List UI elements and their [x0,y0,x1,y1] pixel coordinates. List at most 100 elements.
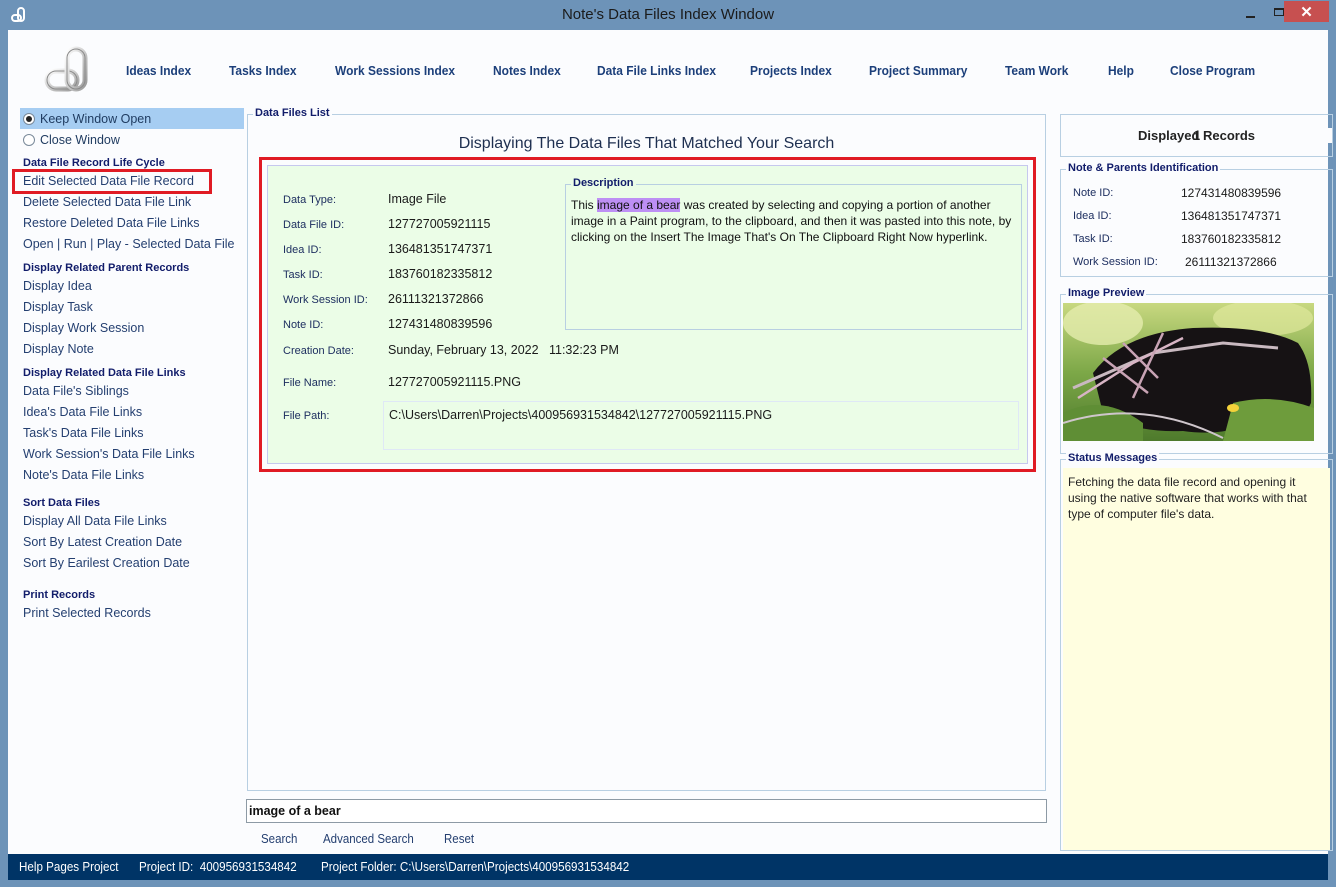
ident-note-id-label: Note ID: [1073,187,1114,199]
creation-date-value: Sunday, February 13, 2022 11:32:23 PM [388,343,619,357]
status-messages-area [1063,468,1330,850]
client-area: Ideas Index Tasks Index Work Sessions In… [8,30,1333,880]
top-navigation: Ideas Index Tasks Index Work Sessions In… [8,63,1328,83]
section-heading-sort: Sort Data Files [23,497,101,509]
description-box: Description This image of a bear was cre… [565,177,1022,330]
nav-team-work[interactable]: Team Work [1005,63,1068,78]
project-name: Help Pages Project [19,860,119,874]
data-files-siblings[interactable]: Data File's Siblings [20,381,244,402]
ident-idea-id-label: Idea ID: [1073,210,1112,222]
idea-id-label: Idea ID: [283,244,322,256]
file-path-label: File Path: [283,410,330,422]
nav-help[interactable]: Help [1108,63,1134,78]
search-button[interactable]: Search [261,832,297,846]
display-task[interactable]: Display Task [20,297,244,318]
reset-button[interactable]: Reset [444,832,474,846]
minimize-icon [1245,15,1255,18]
displayed-records-box: Displayed Records 1 [1060,114,1333,157]
section-heading-data-file-links: Display Related Data File Links [23,367,186,379]
close-window-label: Close Window [40,132,120,147]
data-file-record[interactable]: Data Type: Image File Data File ID: 1277… [267,165,1028,464]
notes-data-file-links[interactable]: Note's Data File Links [20,465,244,486]
description-pre: This [571,198,598,212]
ident-note-id-value: 127431480839596 [1181,186,1282,200]
display-all-data-file-links[interactable]: Display All Data File Links [20,511,244,532]
data-files-list: Data Files List Displaying The Data File… [247,107,1046,791]
app-window: Note's Data Files Index Window ✕ Ideas I… [0,0,1336,887]
work-session-id-label: Work Session ID: [283,294,368,306]
nav-work-sessions-index[interactable]: Work Sessions Index [335,63,455,78]
edit-selected-data-file-record[interactable]: Edit Selected Data File Record [12,169,212,194]
description-text: This image of a bear was created by sele… [571,197,1021,245]
sort-by-latest-creation-date[interactable]: Sort By Latest Creation Date [20,532,244,553]
maximize-icon [1274,7,1284,16]
delete-selected-data-file-link[interactable]: Delete Selected Data File Link [20,192,244,213]
keep-window-open-label: Keep Window Open [40,111,152,126]
project-id: Project ID: 400956931534842 [139,860,297,874]
results-heading: Displaying The Data Files That Matched Y… [458,135,835,152]
tasks-data-file-links[interactable]: Task's Data File Links [20,423,244,444]
selected-record-highlight[interactable]: Data Type: Image File Data File ID: 1277… [259,157,1036,472]
print-selected-records[interactable]: Print Selected Records [20,603,244,624]
status-messages-box: Status Messages Fetching the data file r… [1060,452,1333,851]
restore-deleted-data-file-links[interactable]: Restore Deleted Data File Links [20,213,244,234]
window-title: Note's Data Files Index Window [561,6,775,23]
radio-unselected-icon [23,133,35,146]
file-path-box: C:\Users\Darren\Projects\400956931534842… [383,401,1019,450]
keep-window-open-radio[interactable]: Keep Window Open [20,108,244,129]
display-work-session[interactable]: Display Work Session [20,318,244,339]
displayed-records-count: 1 [1192,128,1201,143]
data-file-id-value: 127727005921115 [388,217,491,231]
sort-by-earliest-creation-date[interactable]: Sort By Earilest Creation Date [20,553,244,574]
note-id-label: Note ID: [283,319,324,331]
open-run-play-data-file[interactable]: Open | Run | Play - Selected Data File [20,234,244,255]
ideas-data-file-links[interactable]: Idea's Data File Links [20,402,244,423]
nav-ideas-index[interactable]: Ideas Index [126,63,191,78]
radio-selected-icon [23,112,35,125]
image-preview-box: Image Preview [1060,287,1333,454]
nav-close-program[interactable]: Close Program [1170,63,1255,78]
advanced-search-button[interactable]: Advanced Search [323,832,414,846]
status-bar: Help Pages Project Project ID: 400956931… [8,854,1328,880]
nav-projects-index[interactable]: Projects Index [750,63,832,78]
file-name-label: File Name: [283,377,337,389]
search-input[interactable] [246,799,1047,823]
status-messages-label: Status Messages [1066,452,1160,464]
sidebar: Keep Window Open Close Window Data File … [12,108,244,624]
section-heading-parent-records: Display Related Parent Records [23,262,190,274]
creation-date-label: Creation Date: [283,345,354,357]
work-session-id-value: 26111321372866 [388,292,484,306]
status-message-text: Fetching the data file record and openin… [1068,475,1307,521]
display-idea[interactable]: Display Idea [20,276,244,297]
display-note[interactable]: Display Note [20,339,244,360]
project-folder: Project Folder: C:\Users\Darren\Projects… [321,860,630,874]
image-preview-label: Image Preview [1066,287,1147,299]
ident-work-session-id-value: 26111321372866 [1185,255,1277,269]
task-id-value: 183760182335812 [388,267,493,281]
task-id-label: Task ID: [283,269,323,281]
description-label: Description [571,177,636,189]
idea-id-value: 136481351747371 [388,242,493,256]
title-bar[interactable]: Note's Data Files Index Window ✕ [0,0,1336,30]
minimize-button[interactable] [1235,1,1265,22]
section-heading-life-cycle: Data File Record Life Cycle [23,157,165,169]
ident-work-session-id-label: Work Session ID: [1073,256,1158,268]
ident-idea-id-value: 136481351747371 [1181,209,1282,223]
file-path-value: C:\Users\Darren\Projects\400956931534842… [389,408,773,422]
bear-image-preview[interactable] [1063,303,1314,441]
ident-task-id-label: Task ID: [1073,233,1113,245]
nav-data-file-links-index[interactable]: Data File Links Index [597,63,716,78]
close-icon: ✕ [1300,3,1313,21]
data-file-id-label: Data File ID: [283,219,345,231]
nav-project-summary[interactable]: Project Summary [869,63,967,78]
nav-notes-index[interactable]: Notes Index [493,63,561,78]
work-sessions-data-file-links[interactable]: Work Session's Data File Links [20,444,244,465]
ident-task-id-value: 183760182335812 [1181,232,1282,246]
close-button[interactable]: ✕ [1284,1,1329,22]
file-name-value: 127727005921115.PNG [388,375,521,389]
close-window-radio[interactable]: Close Window [20,129,244,150]
data-type-label: Data Type: [283,194,336,206]
nav-tasks-index[interactable]: Tasks Index [229,63,297,78]
section-heading-print: Print Records [23,589,96,601]
data-type-value: Image File [388,192,447,206]
